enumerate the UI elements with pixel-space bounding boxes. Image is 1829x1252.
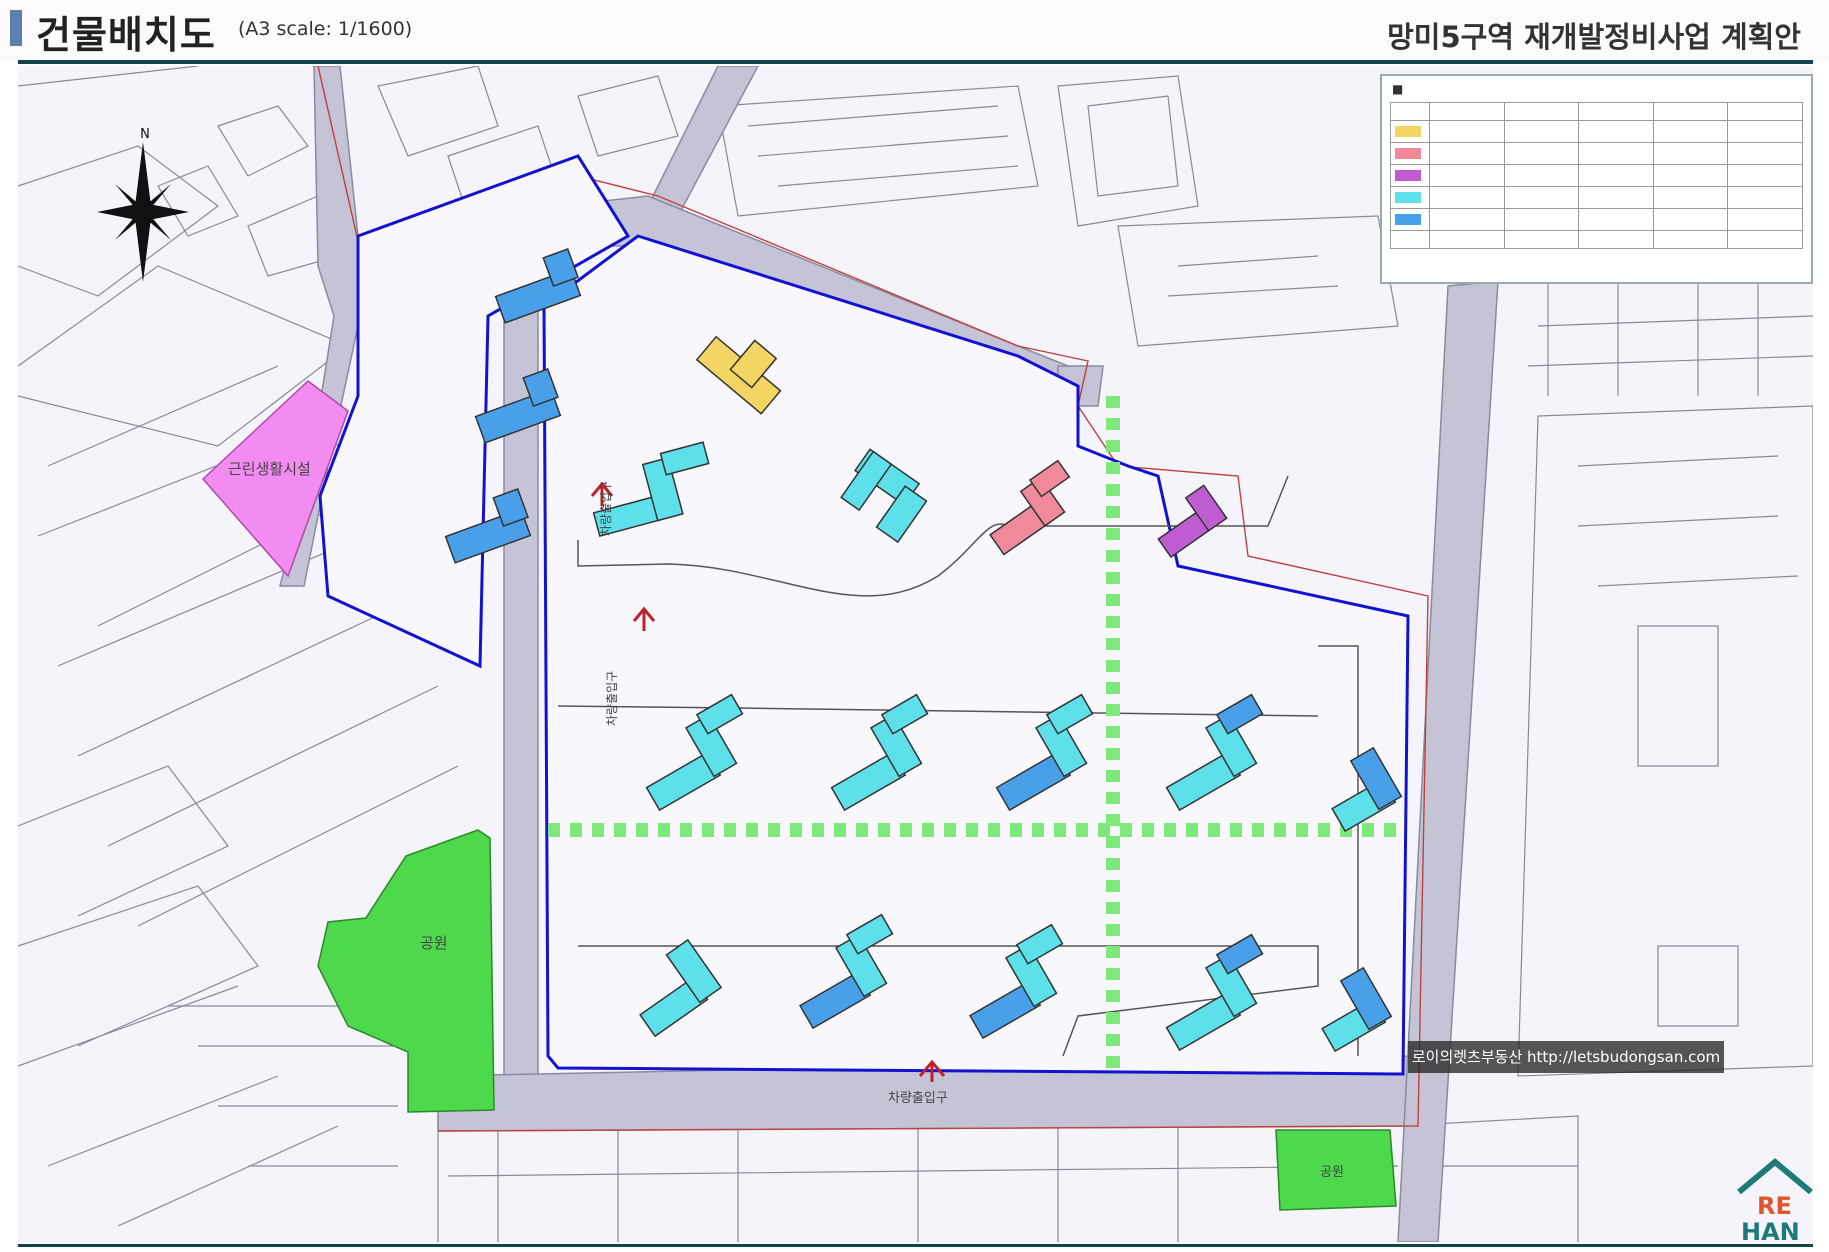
plan-title: 망미5구역 재개발정비사업 계획안 — [1387, 20, 1801, 54]
park-label: 공원 — [420, 934, 448, 952]
legend-row-purple — [1390, 164, 1803, 187]
legend-row-pink — [1390, 142, 1803, 165]
north-arrow-icon: N — [97, 127, 189, 282]
legend-header-row — [1390, 102, 1803, 121]
legend-row-cyan — [1390, 186, 1803, 209]
legend-row-total — [1390, 230, 1803, 249]
site-boundary-main — [542, 234, 1410, 1076]
legend-row-yellow — [1390, 120, 1803, 143]
entrance-main-label: 차량출입구 — [888, 1091, 948, 1106]
entrance-west-1-label: 차량출입구 — [599, 481, 613, 536]
building-overview-legend: ■ — [1380, 74, 1813, 284]
entrance-west-2-label: 차량출입구 — [605, 671, 619, 726]
footer-rule — [18, 1244, 1813, 1247]
scale-label: (A3 scale: 1/1600) — [238, 18, 413, 40]
welfare-label: 근린생활시설 — [228, 460, 311, 478]
legend-table — [1390, 102, 1803, 249]
header-rule — [18, 60, 1813, 64]
title-accent-bar — [10, 10, 22, 46]
legend-row-blue — [1390, 208, 1803, 231]
small-park-label: 공원 — [1320, 1165, 1344, 1180]
page-title: 건물배치도 — [36, 13, 216, 57]
svg-text:RE: RE — [1757, 1192, 1792, 1220]
watermark: 로이의렛츠부동산 http://letsbudongsan.com — [1408, 1041, 1724, 1073]
north-label: N — [140, 127, 150, 142]
park-area — [317, 829, 495, 1113]
rehan-logo: RE HAN — [1737, 1158, 1813, 1244]
legend-title: ■ — [1392, 82, 1404, 96]
header: 건물배치도 (A3 scale: 1/1600) 망미5구역 재개발정비사업 계… — [0, 0, 1829, 62]
svg-text:HAN: HAN — [1741, 1218, 1800, 1244]
